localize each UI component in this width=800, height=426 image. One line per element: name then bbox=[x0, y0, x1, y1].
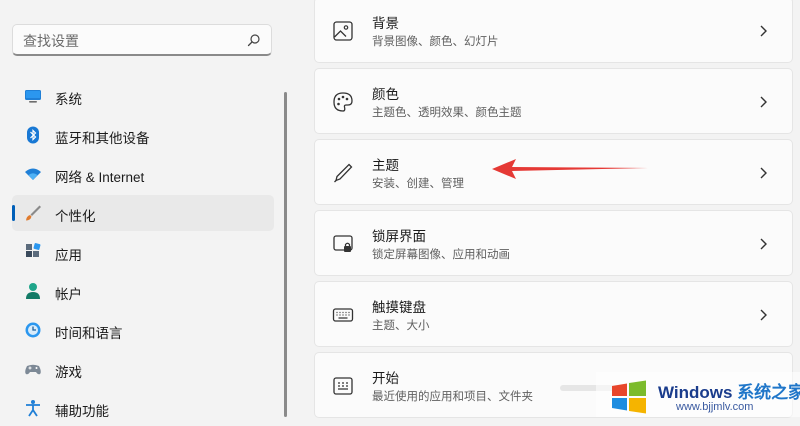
chevron-right-icon bbox=[760, 238, 767, 250]
brush-icon bbox=[26, 205, 41, 221]
sidebar-item-bluetooth[interactable]: 蓝牙和其他设备 bbox=[12, 117, 274, 153]
settings-card-touch-keyboard[interactable]: 触摸键盘 主题、大小 bbox=[314, 281, 793, 347]
card-subtitle: 主题、大小 bbox=[372, 320, 430, 332]
sidebar-item-label: 系统 bbox=[55, 92, 82, 107]
palette-icon bbox=[333, 92, 353, 112]
sidebar-item-accessibility[interactable]: 辅助功能 bbox=[12, 390, 274, 426]
sidebar-item-label: 应用 bbox=[55, 248, 82, 263]
lock-screen-icon bbox=[333, 235, 353, 252]
active-indicator bbox=[12, 205, 15, 221]
card-title: 触摸键盘 bbox=[372, 300, 426, 315]
sidebar-item-label: 帐户 bbox=[55, 287, 82, 302]
wifi-icon bbox=[25, 168, 41, 180]
sidebar-item-label: 游戏 bbox=[55, 365, 82, 380]
card-subtitle: 最近使用的应用和项目、文件夹 bbox=[372, 391, 533, 403]
settings-sidebar: 系统 蓝牙和其他设备 网络 & Internet 个性化 bbox=[0, 0, 290, 419]
sidebar-item-apps[interactable]: 应用 bbox=[12, 234, 274, 270]
keyboard-icon bbox=[332, 308, 354, 322]
chevron-right-icon bbox=[760, 25, 767, 37]
system-display-icon bbox=[25, 90, 41, 103]
sidebar-item-label: 蓝牙和其他设备 bbox=[55, 131, 150, 146]
chevron-right-icon bbox=[760, 167, 767, 179]
search-input[interactable] bbox=[21, 30, 245, 52]
clock-globe-icon bbox=[25, 322, 41, 338]
person-icon bbox=[26, 283, 40, 299]
pen-icon bbox=[334, 163, 353, 183]
sidebar-item-time-language[interactable]: 时间和语言 bbox=[12, 312, 274, 348]
chevron-right-icon bbox=[760, 309, 767, 321]
sidebar-item-label: 网络 & Internet bbox=[55, 170, 145, 185]
card-title: 颜色 bbox=[372, 87, 399, 102]
sidebar-item-label: 时间和语言 bbox=[55, 326, 123, 341]
card-title: 背景 bbox=[372, 16, 399, 31]
watermark-brand-en: Windows bbox=[658, 383, 733, 402]
sidebar-item-label: 辅助功能 bbox=[55, 404, 109, 419]
settings-card-lock-screen[interactable]: 锁屏界面 锁定屏幕图像、应用和动画 bbox=[314, 210, 793, 276]
watermark-brand-cn: 系统之家 bbox=[737, 383, 800, 402]
sidebar-item-accounts[interactable]: 帐户 bbox=[12, 273, 274, 309]
sidebar-item-personalization[interactable]: 个性化 bbox=[12, 195, 274, 231]
search-box[interactable] bbox=[12, 24, 272, 56]
card-subtitle: 主题色、透明效果、颜色主题 bbox=[372, 107, 522, 119]
chevron-right-icon bbox=[760, 96, 767, 108]
watermark: Windows 系统之家 www.bjjmlv.com bbox=[596, 372, 800, 417]
card-subtitle: 锁定屏幕图像、应用和动画 bbox=[372, 249, 510, 261]
settings-card-colors[interactable]: 颜色 主题色、透明效果、颜色主题 bbox=[314, 68, 793, 134]
card-subtitle: 安装、创建、管理 bbox=[372, 178, 464, 190]
windows-logo-icon bbox=[612, 380, 646, 414]
sidebar-item-label: 个性化 bbox=[55, 209, 96, 224]
apps-icon bbox=[26, 243, 41, 257]
card-title: 开始 bbox=[372, 371, 399, 386]
accessibility-icon bbox=[26, 400, 40, 417]
red-arrow-annotation bbox=[492, 159, 648, 179]
card-subtitle: 背景图像、颜色、幻灯片 bbox=[372, 36, 499, 48]
gamepad-icon bbox=[25, 364, 41, 375]
sidebar-item-system[interactable]: 系统 bbox=[12, 78, 274, 114]
picture-icon bbox=[333, 21, 353, 41]
sidebar-item-gaming[interactable]: 游戏 bbox=[12, 351, 274, 387]
sidebar-scrollbar[interactable] bbox=[284, 92, 287, 417]
start-menu-icon bbox=[333, 377, 353, 395]
search-icon[interactable] bbox=[247, 33, 261, 47]
bluetooth-icon bbox=[27, 126, 39, 144]
card-title: 主题 bbox=[372, 158, 399, 173]
watermark-url: www.bjjmlv.com bbox=[676, 401, 754, 413]
watermark-brand: Windows 系统之家 bbox=[658, 378, 800, 403]
settings-card-background[interactable]: 背景 背景图像、颜色、幻灯片 bbox=[314, 0, 793, 63]
sidebar-item-network[interactable]: 网络 & Internet bbox=[12, 156, 274, 192]
card-title: 锁屏界面 bbox=[372, 229, 426, 244]
